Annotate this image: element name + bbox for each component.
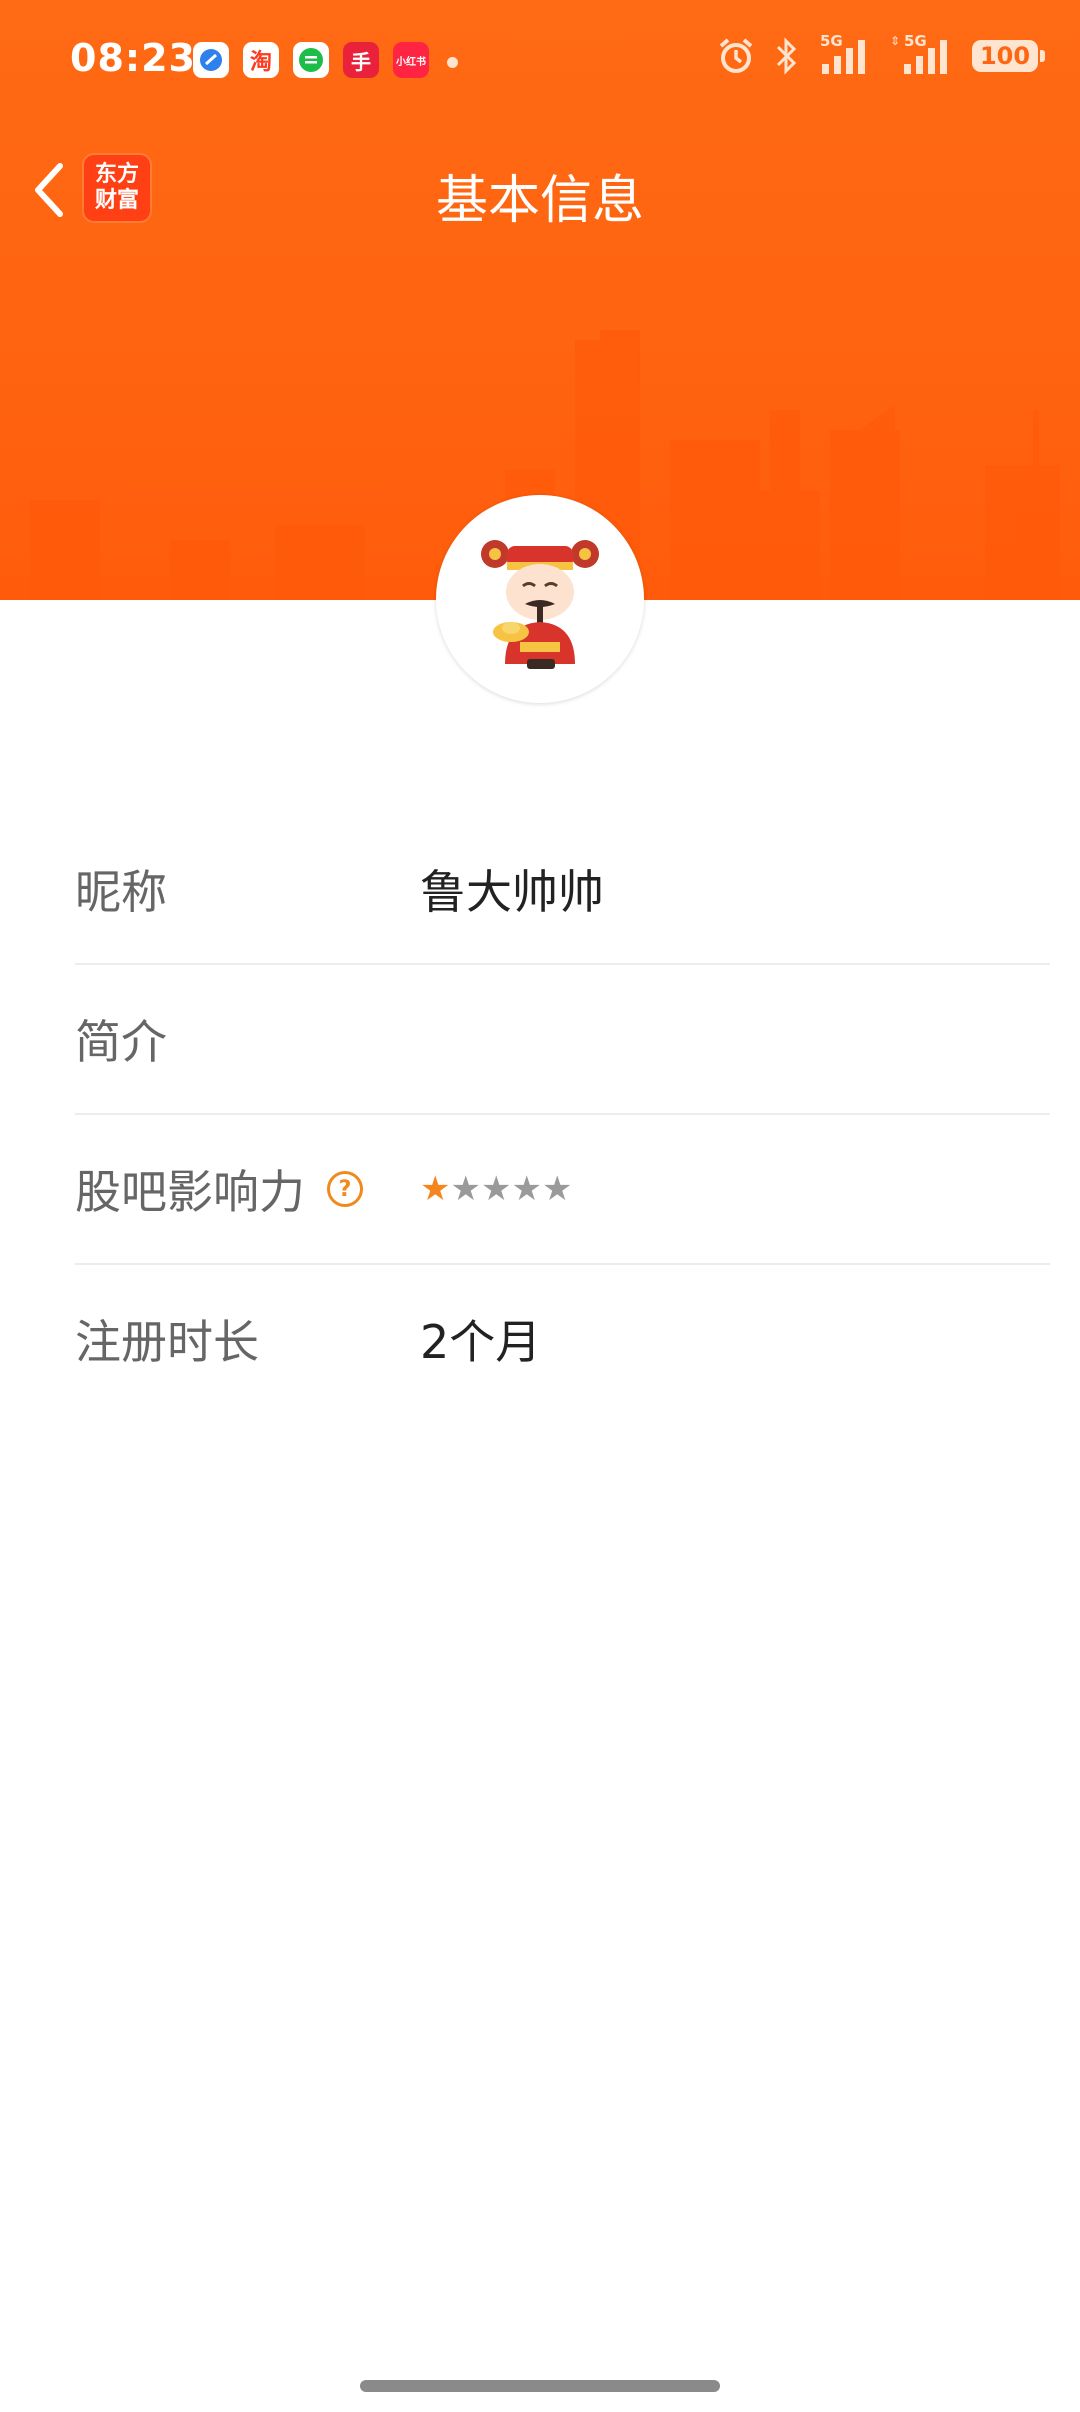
bio-label: 简介 <box>75 1015 167 1069</box>
avatar[interactable] <box>436 495 644 703</box>
bio-row[interactable]: 简介 <box>75 965 1050 1115</box>
status-time: 08:23 <box>70 36 196 80</box>
alarm-icon <box>719 38 753 73</box>
registration-duration-row: 注册时长 2个月 <box>75 1265 1050 1413</box>
taobao-app-icon: 淘 <box>243 42 279 78</box>
more-notifications-dot <box>447 57 458 68</box>
nickname-row[interactable]: 昵称 鲁大帅帅 <box>75 815 1050 965</box>
navigation-bar: 东方 财富 基本信息 <box>0 130 1080 250</box>
browser-app-icon <box>193 42 229 78</box>
profile-info-list: 昵称 鲁大帅帅 简介 股吧影响力 ? ★ ★ ★ ★ ★ 注册时长 2个月 <box>75 815 1050 1413</box>
star-empty-icon: ★ <box>450 1169 481 1209</box>
influence-rating: ★ ★ ★ ★ ★ <box>420 1172 572 1206</box>
help-question-icon[interactable]: ? <box>327 1171 363 1207</box>
star-empty-icon: ★ <box>511 1169 542 1209</box>
notification-icons: 淘 手 小红书 <box>193 42 429 78</box>
wechat-app-icon <box>293 42 329 78</box>
battery-indicator: 100 <box>972 40 1045 72</box>
xiaohongshu-app-icon: 小红书 <box>393 42 429 78</box>
influence-row: 股吧影响力 ? ★ ★ ★ ★ ★ <box>75 1115 1050 1265</box>
system-icons: 5G ⇕ 5G 100 <box>716 32 1045 76</box>
star-filled-icon: ★ <box>420 1169 451 1209</box>
star-empty-icon: ★ <box>480 1169 512 1209</box>
nickname-value: 鲁大帅帅 <box>420 865 604 919</box>
signal-icon-1: 5G <box>818 32 872 76</box>
bluetooth-icon <box>776 37 797 75</box>
registration-duration-value: 2个月 <box>420 1315 542 1369</box>
influence-label: 股吧影响力 <box>75 1165 305 1219</box>
signal-icon-2: ⇕ 5G <box>890 32 954 76</box>
nickname-label: 昵称 <box>75 865 167 919</box>
page-title: 基本信息 <box>435 171 644 231</box>
fortune-god-avatar-icon <box>481 540 599 669</box>
star-empty-icon: ★ <box>541 1169 573 1209</box>
home-indicator[interactable] <box>360 2380 720 2392</box>
shopping-app-icon: 手 <box>343 42 379 78</box>
status-bar: 08:23 淘 手 小红书 5G ⇕ 5G 100 <box>0 0 1080 125</box>
registration-duration-label: 注册时长 <box>75 1315 259 1369</box>
